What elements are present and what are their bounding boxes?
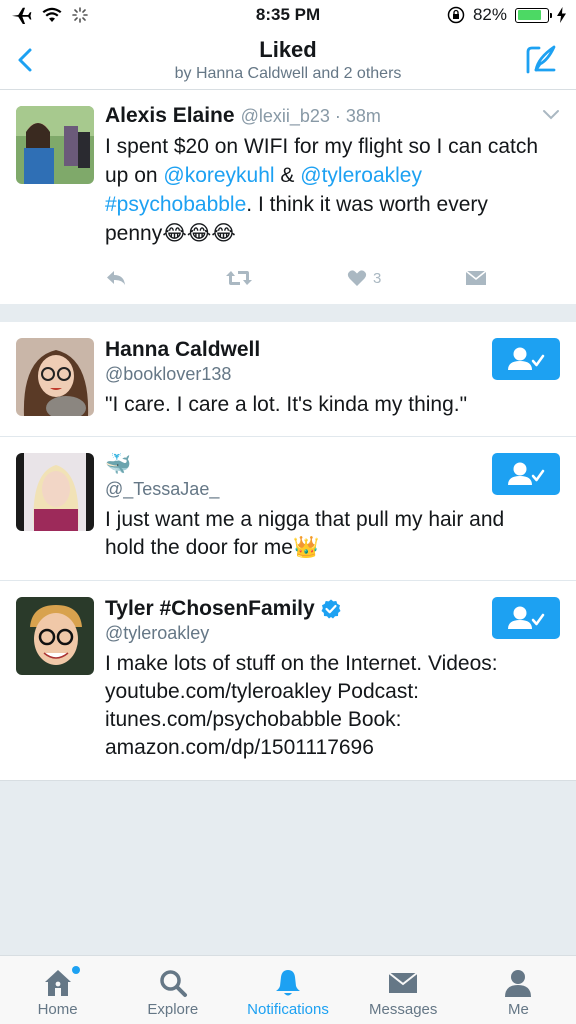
search-icon xyxy=(160,970,187,997)
battery-percent: 82% xyxy=(472,5,507,24)
tweet-meta-separator: · xyxy=(329,106,346,126)
rotation-lock-icon xyxy=(447,6,465,24)
tweet-actions: 3 xyxy=(105,268,505,288)
avatar-photo-hanna xyxy=(16,338,94,416)
page-subtitle: by Hanna Caldwell and 2 others xyxy=(174,64,402,82)
user-handle[interactable]: @tyleroakley xyxy=(105,623,476,644)
status-bar: 8:35 PM 82% xyxy=(0,0,576,30)
user-check-icon xyxy=(508,606,545,629)
tab-home[interactable]: Home xyxy=(0,956,115,1024)
retweet-icon xyxy=(226,271,252,285)
compose-tweet-button[interactable] xyxy=(524,42,558,76)
tweet-text: I spent $20 on WIFI for my flight so I c… xyxy=(105,132,545,248)
avatar[interactable] xyxy=(16,106,94,184)
battery-icon xyxy=(515,7,552,23)
avatar[interactable] xyxy=(16,453,94,531)
compose-feather-icon xyxy=(526,45,556,74)
like-count: 3 xyxy=(373,269,382,287)
tweet-emoji: 😂😂😂 xyxy=(162,222,236,245)
tab-explore[interactable]: Explore xyxy=(115,956,230,1024)
person-icon xyxy=(505,970,532,997)
avatar-photo-tyler xyxy=(16,597,94,675)
envelope-icon xyxy=(388,972,418,993)
user-name[interactable]: 🐳 xyxy=(105,453,476,477)
following-button[interactable] xyxy=(492,597,560,639)
wifi-icon xyxy=(42,7,62,22)
avatar-photo-tessa xyxy=(16,453,94,531)
following-button[interactable] xyxy=(492,453,560,495)
tab-label: Messages xyxy=(369,1001,438,1018)
tab-bar: Home Explore Notifications Messages Me xyxy=(0,955,576,1024)
verified-badge-icon xyxy=(321,599,341,619)
status-left xyxy=(10,6,190,24)
user-card-hanna-caldwell[interactable]: Hanna Caldwell @booklover138 "I care. I … xyxy=(0,322,576,437)
avatar-photo-alexis xyxy=(16,106,94,184)
user-card-tyleroakley[interactable]: Tyler #ChosenFamily @tyleroakley I make … xyxy=(0,581,576,781)
tweet-author-name[interactable]: Alexis Elaine xyxy=(105,104,235,128)
user-card-tessajae[interactable]: 🐳 @_TessaJae_ I just want me a nigga tha… xyxy=(0,437,576,581)
tweet-author-handle[interactable]: @lexii_b23 xyxy=(241,106,330,126)
hashtag-link[interactable]: #psychobabble xyxy=(105,193,246,216)
liked-tweet[interactable]: Alexis Elaine @lexii_b23 · 38m I spent $… xyxy=(0,90,576,304)
tweet-meta: @lexii_b23 · 38m xyxy=(241,106,381,127)
charging-bolt-icon xyxy=(557,7,566,23)
unread-dot xyxy=(72,966,80,974)
home-icon xyxy=(44,970,71,996)
following-button[interactable] xyxy=(492,338,560,380)
mention-link[interactable]: @tyleroakley xyxy=(300,164,422,187)
retweet-button[interactable] xyxy=(225,268,347,288)
user-name[interactable]: Tyler #ChosenFamily xyxy=(105,597,315,621)
mention-link[interactable]: @koreykuhl xyxy=(163,164,274,187)
loading-spinner-icon xyxy=(72,7,88,23)
avatar[interactable] xyxy=(16,597,94,675)
chevron-left-icon xyxy=(18,48,32,72)
status-right: 82% xyxy=(386,5,566,25)
reply-icon xyxy=(107,271,125,285)
envelope-icon xyxy=(465,270,487,285)
reply-button[interactable] xyxy=(105,269,225,287)
battery-fill xyxy=(517,10,542,20)
tab-notifications[interactable]: Notifications xyxy=(230,956,345,1024)
user-name[interactable]: Hanna Caldwell xyxy=(105,338,476,362)
bell-icon xyxy=(276,970,300,996)
tweet-header: Alexis Elaine @lexii_b23 · 38m xyxy=(105,104,545,128)
tab-me[interactable]: Me xyxy=(461,956,576,1024)
tab-label: Home xyxy=(37,1001,78,1018)
user-bio: I just want me a nigga that pull my hair… xyxy=(105,508,505,559)
like-button[interactable]: 3 xyxy=(347,269,465,287)
nav-title-group: Liked by Hanna Caldwell and 2 others xyxy=(175,37,402,83)
user-check-icon xyxy=(508,347,545,370)
heart-icon xyxy=(347,270,367,286)
tab-label: Notifications xyxy=(247,1001,329,1018)
user-name-row: Tyler #ChosenFamily xyxy=(105,597,476,621)
liked-by-user-list: Hanna Caldwell @booklover138 "I care. I … xyxy=(0,322,576,781)
user-bio: I make lots of stuff on the Internet. Vi… xyxy=(105,652,498,759)
tweet-timestamp: 38m xyxy=(345,106,381,126)
user-check-icon xyxy=(508,462,545,485)
tab-messages[interactable]: Messages xyxy=(346,956,461,1024)
user-bio: "I care. I care a lot. It's kinda my thi… xyxy=(105,393,468,416)
nav-header: Liked by Hanna Caldwell and 2 others xyxy=(0,30,576,90)
tab-label: Me xyxy=(507,1001,529,1018)
direct-message-button[interactable] xyxy=(465,269,487,287)
tweet-body: Alexis Elaine @lexii_b23 · 38m I spent $… xyxy=(105,104,545,248)
tab-label: Explore xyxy=(147,1001,199,1018)
user-handle[interactable]: @_TessaJae_ xyxy=(105,479,476,500)
user-handle[interactable]: @booklover138 xyxy=(105,364,476,385)
airplane-icon xyxy=(12,7,32,24)
page-title: Liked xyxy=(259,36,317,62)
tweet-text-part: & xyxy=(274,164,301,187)
back-button[interactable] xyxy=(14,44,38,76)
avatar[interactable] xyxy=(16,338,94,416)
status-time: 8:35 PM xyxy=(255,5,321,24)
